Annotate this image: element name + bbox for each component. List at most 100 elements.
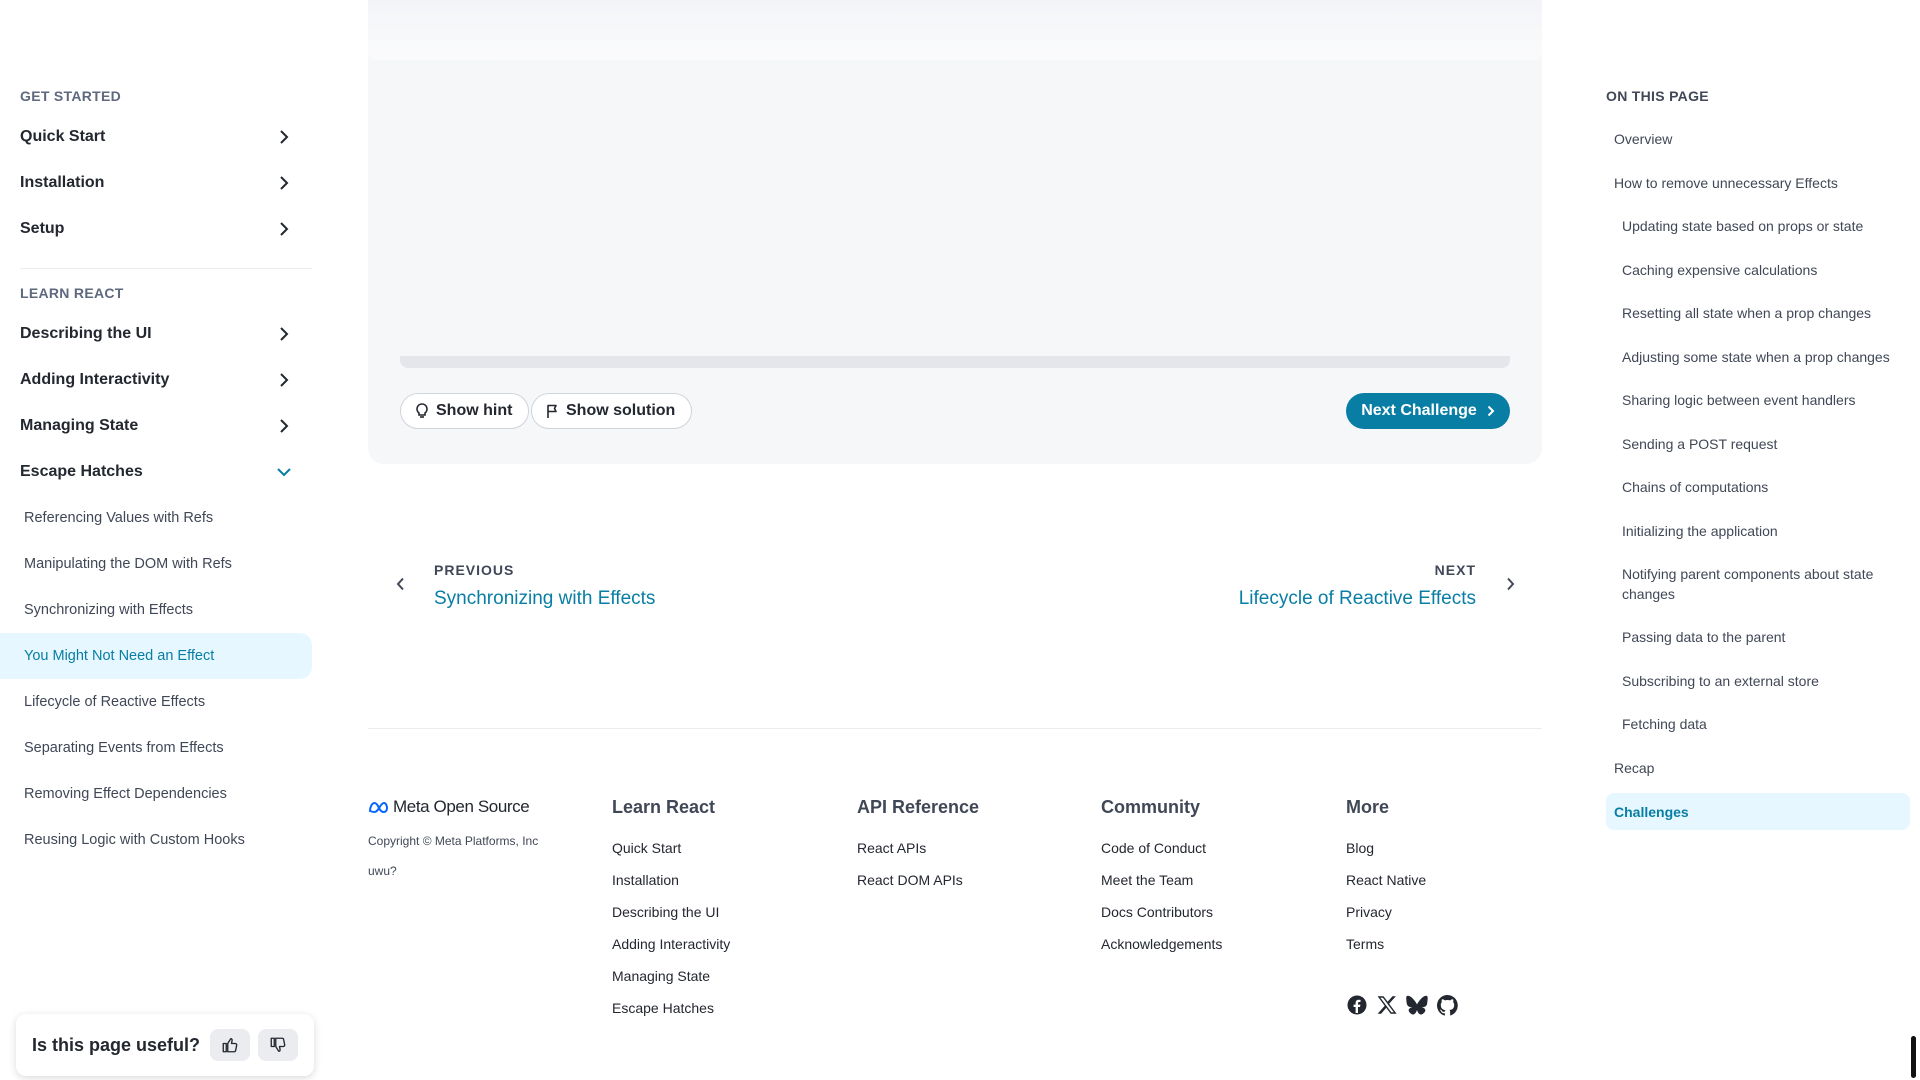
toc-item-caching[interactable]: Caching expensive calculations [1622, 260, 1817, 280]
challenge-panel-top-fade [368, 0, 1542, 60]
pager-previous-label: PREVIOUS [434, 562, 515, 578]
toc-item-recap[interactable]: Recap [1614, 758, 1654, 778]
code-horizontal-scrollbar[interactable] [400, 356, 1510, 368]
sidebar-subitem-manipulating-dom[interactable]: Manipulating the DOM with Refs [0, 541, 312, 587]
footer-link-describing-the-ui[interactable]: Describing the UI [612, 904, 719, 920]
chevron-down-icon [272, 460, 296, 484]
chevron-right-icon [272, 322, 296, 346]
chevron-right-icon [272, 368, 296, 392]
toc-item-overview[interactable]: Overview [1614, 129, 1672, 149]
footer-link-blog[interactable]: Blog [1346, 840, 1374, 856]
sidebar-item-label: Describing the UI [20, 325, 152, 342]
footer-link-acknowledgements[interactable]: Acknowledgements [1101, 936, 1222, 952]
toc-item-subscribing[interactable]: Subscribing to an external store [1622, 671, 1819, 691]
footer-link-docs-contributors[interactable]: Docs Contributors [1101, 904, 1213, 920]
footer-link-managing-state[interactable]: Managing State [612, 968, 710, 984]
toc-item-chains[interactable]: Chains of computations [1622, 477, 1768, 497]
footer-link-code-of-conduct[interactable]: Code of Conduct [1101, 840, 1206, 856]
sidebar-subitem-separating-events[interactable]: Separating Events from Effects [0, 725, 312, 771]
sidebar: GET STARTED Quick Start Installation Set… [0, 0, 316, 1080]
toc-item-fetching[interactable]: Fetching data [1622, 714, 1707, 734]
sidebar-subitem-synchronizing-effects[interactable]: Synchronizing with Effects [0, 587, 312, 633]
sidebar-subitem-lifecycle[interactable]: Lifecycle of Reactive Effects [0, 679, 312, 725]
sidebar-item-setup[interactable]: Setup [20, 209, 296, 249]
thumbs-up-button[interactable] [210, 1029, 250, 1061]
show-hint-label: Show hint [436, 402, 513, 419]
toc-item-how-to-remove[interactable]: How to remove unnecessary Effects [1614, 173, 1838, 193]
footer-heading-learn-react: Learn React [612, 797, 716, 817]
show-solution-button[interactable]: Show solution [531, 393, 693, 429]
toc-item-post-request[interactable]: Sending a POST request [1622, 434, 1777, 454]
sidebar-item-label: Escape Hatches [20, 463, 143, 480]
sidebar-subitem-custom-hooks[interactable]: Reusing Logic with Custom Hooks [0, 817, 312, 863]
chevron-right-icon [272, 125, 296, 149]
footer-divider [368, 728, 1542, 729]
copyright-text: Copyright © Meta Platforms, Inc [368, 834, 539, 848]
toc-item-resetting-state[interactable]: Resetting all state when a prop changes [1622, 303, 1871, 323]
show-solution-label: Show solution [566, 402, 676, 419]
toc-item-adjusting-state[interactable]: Adjusting some state when a prop changes [1622, 347, 1890, 367]
section-heading-get-started: GET STARTED [20, 88, 122, 104]
footer-heading-more: More [1346, 797, 1390, 817]
x-icon[interactable] [1376, 994, 1398, 1016]
sidebar-item-quick-start[interactable]: Quick Start [20, 117, 296, 157]
sidebar-item-describing-the-ui[interactable]: Describing the UI [20, 314, 296, 354]
footer-heading-community: Community [1101, 797, 1200, 817]
toc-item-updating-state[interactable]: Updating state based on props or state [1622, 216, 1863, 236]
lightbulb-icon [415, 403, 429, 419]
meta-open-source-logo[interactable]: Meta Open Source [368, 797, 530, 817]
footer-link-escape-hatches[interactable]: Escape Hatches [612, 1000, 714, 1016]
sidebar-item-adding-interactivity[interactable]: Adding Interactivity [20, 360, 296, 400]
thumbs-down-icon [270, 1037, 286, 1052]
bluesky-icon[interactable] [1406, 994, 1428, 1016]
next-challenge-label: Next Challenge [1361, 402, 1477, 419]
sidebar-item-label: Installation [20, 174, 105, 191]
next-challenge-button[interactable]: Next Challenge [1346, 393, 1510, 429]
page-scrollbar-thumb[interactable] [1911, 1036, 1916, 1078]
chevron-left-icon[interactable] [390, 574, 410, 594]
section-heading-learn-react: LEARN REACT [20, 285, 124, 301]
brand-text: Meta Open Source [393, 797, 530, 816]
chevron-right-icon [1487, 405, 1495, 417]
sidebar-item-label: Setup [20, 220, 65, 237]
uwu-toggle-link[interactable]: uwu? [368, 864, 397, 878]
footer-link-quick-start[interactable]: Quick Start [612, 840, 681, 856]
sidebar-subitem-referencing-values[interactable]: Referencing Values with Refs [0, 495, 312, 541]
thumbs-down-button[interactable] [258, 1029, 298, 1061]
sidebar-divider [20, 268, 312, 269]
sidebar-subitem-you-might-not-need-an-effect[interactable]: You Might Not Need an Effect [0, 633, 312, 679]
chevron-right-icon [272, 414, 296, 438]
footer-link-adding-interactivity[interactable]: Adding Interactivity [612, 936, 730, 952]
toc-item-notifying-parent[interactable]: Notifying parent components about state … [1622, 564, 1902, 604]
toc-item-passing-data[interactable]: Passing data to the parent [1622, 627, 1785, 647]
show-hint-button[interactable]: Show hint [400, 393, 530, 429]
chevron-right-icon [272, 171, 296, 195]
footer-link-terms[interactable]: Terms [1346, 936, 1384, 952]
footer-link-privacy[interactable]: Privacy [1346, 904, 1392, 920]
toc-item-initializing[interactable]: Initializing the application [1622, 521, 1778, 541]
sidebar-subitem-removing-dependencies[interactable]: Removing Effect Dependencies [0, 771, 312, 817]
github-icon[interactable] [1436, 994, 1458, 1016]
sidebar-item-installation[interactable]: Installation [20, 163, 296, 203]
facebook-icon[interactable] [1346, 994, 1368, 1016]
footer-link-react-apis[interactable]: React APIs [857, 840, 926, 856]
footer-link-react-dom-apis[interactable]: React DOM APIs [857, 872, 963, 888]
footer-heading-api-reference: API Reference [857, 797, 980, 817]
chevron-right-icon [272, 217, 296, 241]
footer-link-meet-the-team[interactable]: Meet the Team [1101, 872, 1193, 888]
sidebar-item-managing-state[interactable]: Managing State [20, 406, 296, 446]
thumbs-up-icon [222, 1038, 238, 1053]
toc-item-challenges[interactable]: Challenges [1606, 793, 1910, 830]
chevron-right-icon[interactable] [1500, 574, 1520, 594]
toc-heading: ON THIS PAGE [1606, 88, 1709, 104]
pager-next-link[interactable]: Lifecycle of Reactive Effects [1239, 588, 1476, 610]
sidebar-item-escape-hatches[interactable]: Escape Hatches [20, 452, 296, 492]
sidebar-item-label: Quick Start [20, 128, 106, 145]
toc-item-sharing-logic[interactable]: Sharing logic between event handlers [1622, 390, 1856, 410]
feedback-question: Is this page useful? [32, 1034, 201, 1055]
pager-previous-link[interactable]: Synchronizing with Effects [434, 588, 655, 610]
footer-link-react-native[interactable]: React Native [1346, 872, 1426, 888]
sidebar-item-label: Adding Interactivity [20, 371, 170, 388]
footer-link-installation[interactable]: Installation [612, 872, 679, 888]
meta-logo-icon [368, 801, 389, 813]
